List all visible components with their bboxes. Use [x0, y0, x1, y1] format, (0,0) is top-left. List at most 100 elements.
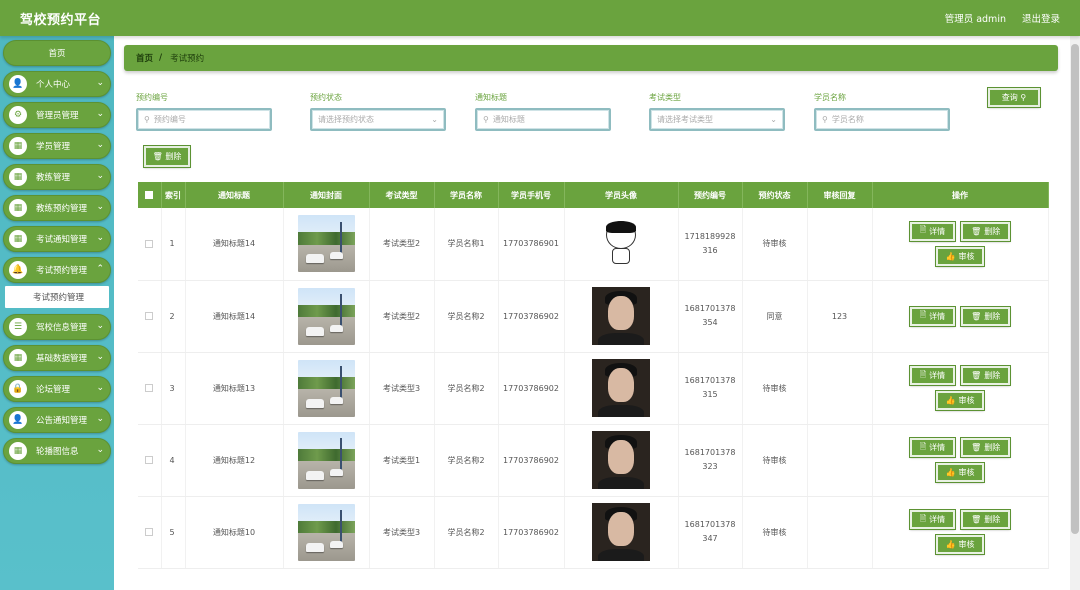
row-code: 1681701378315 [678, 352, 743, 425]
sidebar-item[interactable]: ▦ 轮播图信息 ⌄ [3, 438, 111, 464]
breadcrumb-home[interactable]: 首页 [136, 52, 153, 64]
scrollbar-thumb[interactable] [1071, 44, 1079, 534]
row-index: 2 [161, 280, 186, 353]
sidebar-item[interactable]: 👤 公告通知管理 ⌄ [3, 407, 111, 433]
filter-placeholder: 学员名称 [831, 115, 864, 124]
review-button[interactable]: 👍 审核 [934, 390, 986, 411]
sidebar-item[interactable]: ▦ 基础数据管理 ⌄ [3, 345, 111, 371]
detail-button[interactable]: 🗎 详情 [908, 365, 957, 386]
col-type: 考试类型 [369, 182, 435, 208]
row-checkbox[interactable] [138, 352, 162, 425]
review-button[interactable]: 👍 审核 [934, 462, 986, 483]
avatar [592, 359, 650, 417]
sidebar-item[interactable]: ▦ 教练预约管理 ⌄ [3, 195, 111, 221]
row-cover [283, 280, 370, 353]
sidebar-item-label: 学员管理 [36, 142, 71, 152]
filter-label: 考试类型 [649, 93, 681, 102]
row-checkbox[interactable] [138, 280, 162, 353]
review-button[interactable]: 👍 审核 [934, 245, 986, 267]
logout-button[interactable]: 退出登录 [1022, 11, 1060, 25]
sidebar-item[interactable]: 🔔 考试预约管理 ⌃ [3, 257, 111, 283]
review-button[interactable]: 👍 审核 [934, 534, 986, 555]
trash-icon: 🗑 [971, 515, 982, 524]
row-student: 学员名称2 [434, 280, 499, 353]
sidebar-item[interactable]: 👤 个人中心 ⌄ [3, 71, 111, 97]
detail-button[interactable]: 🗎 详情 [908, 437, 957, 458]
detail-button[interactable]: 🗎 详情 [908, 305, 957, 327]
trash-icon: 🗑 [971, 226, 982, 236]
col-code: 预约编号 [678, 182, 743, 208]
person-icon: 👤 [9, 75, 27, 93]
delete-button[interactable]: 🗑 删除 [960, 305, 1012, 327]
row-reply [807, 352, 873, 425]
sidebar-item[interactable]: 🔒 论坛管理 ⌄ [3, 376, 111, 402]
sidebar-item[interactable]: ▦ 学员管理 ⌄ [3, 133, 111, 159]
person-icon: 👤 [9, 411, 27, 429]
row-student: 学员名称2 [434, 352, 499, 425]
row-checkbox[interactable] [138, 208, 162, 281]
select-all-checkbox[interactable] [138, 182, 162, 208]
detail-button[interactable]: 🗎 详情 [908, 220, 957, 242]
chevron-down-icon: ⌄ [96, 171, 104, 181]
filter-code-input[interactable]: ⚲ 预约编号 [136, 108, 272, 131]
col-reply: 审核回复 [807, 182, 873, 208]
filter-status-select[interactable]: 请选择预约状态 ⌄ [310, 108, 446, 131]
batch-delete-label: 删除 [165, 152, 182, 161]
sidebar-item[interactable]: ▦ 考试通知管理 ⌄ [3, 226, 111, 252]
filter-label: 通知标题 [475, 93, 507, 102]
filter-placeholder: 预约编号 [153, 115, 186, 124]
admin-user-label[interactable]: 管理员 admin [945, 11, 1006, 25]
search-icon: ⚲ [144, 115, 150, 124]
trash-icon: 🗑 [971, 443, 982, 452]
batch-delete-button[interactable]: 🗑 删除 [143, 145, 191, 168]
sidebar-item[interactable]: ⚙ 管理员管理 ⌄ [3, 102, 111, 128]
detail-label: 详情 [929, 515, 946, 524]
col-avatar: 学员头像 [564, 182, 679, 208]
search-button[interactable]: 查询 ⚲ [987, 87, 1041, 108]
grid-icon: ▦ [9, 349, 27, 367]
delete-button[interactable]: 🗑 删除 [960, 365, 1012, 386]
sidebar-item-home[interactable]: 首页 [3, 40, 111, 66]
row-code: 1681701378347 [678, 496, 743, 569]
sidebar-item[interactable]: ▦ 教练管理 ⌄ [3, 164, 111, 190]
delete-button[interactable]: 🗑 删除 [960, 220, 1012, 242]
row-code-text: 1681701378323 [684, 448, 736, 471]
row-checkbox[interactable] [138, 496, 162, 569]
detail-button[interactable]: 🗎 详情 [908, 509, 957, 530]
filter-type-select[interactable]: 请选择考试类型 ⌄ [649, 108, 785, 131]
gear-icon: ⚙ [9, 106, 27, 124]
sidebar-item-label: 基础数据管理 [36, 354, 88, 364]
chevron-down-icon: ⌄ [96, 109, 104, 119]
row-code-text: 1681701378315 [684, 376, 736, 399]
table-row: 3 通知标题13 考试类型3 学员名称2 17703786902 168170137831… [138, 352, 1049, 425]
notice-cover-image [297, 503, 355, 561]
table-row: 5 通知标题10 考试类型3 学员名称2 17703786902 168170137834… [138, 496, 1049, 569]
row-actions: 🗎 详情 🗑 删除 👍 审核 [872, 424, 1049, 497]
filter-student-input[interactable]: ⚲ 学员名称 [814, 108, 950, 131]
review-label: 审核 [958, 540, 975, 549]
delete-label: 删除 [984, 226, 1001, 236]
row-title: 通知标题10 [185, 496, 284, 569]
chevron-down-icon: ⌄ [96, 140, 104, 150]
row-status: 待审核 [742, 424, 808, 497]
row-index: 1 [161, 208, 186, 281]
breadcrumb-current: 考试预约 [170, 54, 205, 64]
delete-button[interactable]: 🗑 删除 [960, 509, 1012, 530]
row-code-text: 1681701378347 [684, 520, 736, 543]
col-index: 索引 [161, 182, 186, 208]
sidebar-item-label: 教练管理 [36, 173, 71, 183]
row-avatar [564, 280, 679, 353]
sidebar-item[interactable]: ☰ 驾校信息管理 ⌄ [3, 314, 111, 340]
row-checkbox[interactable] [138, 424, 162, 497]
row-phone: 17703786902 [498, 424, 565, 497]
filter-student: 学员名称 ⚲ 学员名称 [814, 92, 950, 131]
document-icon: 🗎 [919, 513, 927, 523]
delete-button[interactable]: 🗑 删除 [960, 437, 1012, 458]
table-row: 4 通知标题12 考试类型1 学员名称2 17703786902 168170137832… [138, 424, 1049, 497]
sidebar-subitem-active[interactable]: 考试预约管理 [5, 286, 109, 308]
filter-title-input[interactable]: ⚲ 通知标题 [475, 108, 611, 131]
sidebar-item-label: 论坛管理 [36, 385, 71, 395]
row-reply [807, 208, 873, 281]
row-type: 考试类型1 [369, 424, 435, 497]
detail-label: 详情 [929, 443, 946, 452]
